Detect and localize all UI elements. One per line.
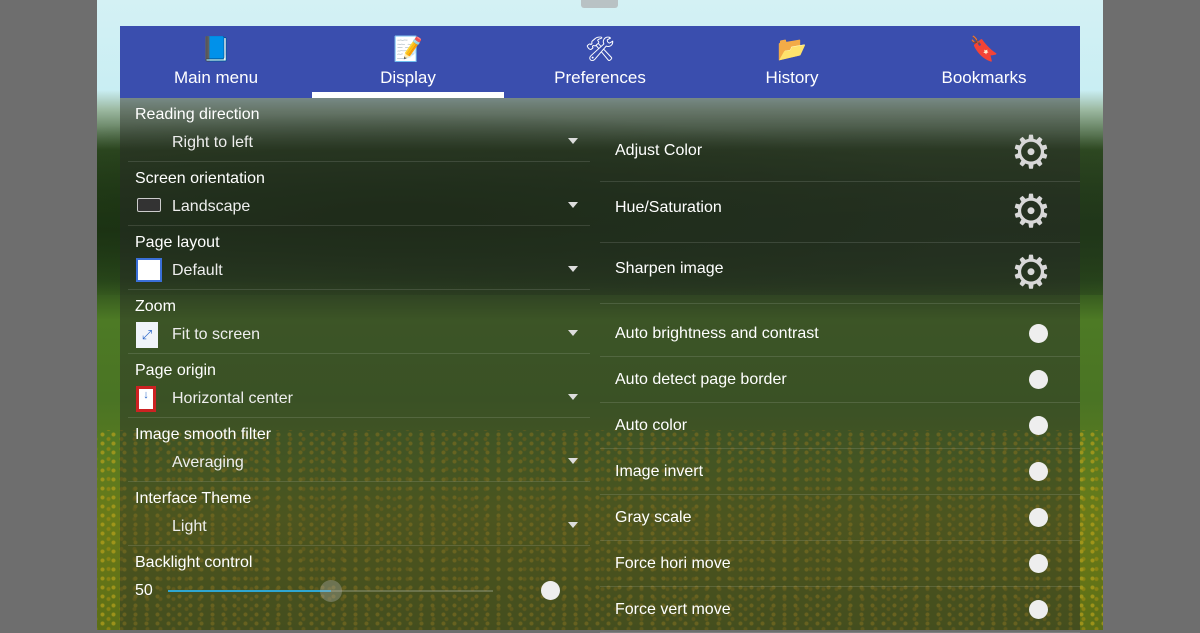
backlight-setting: Backlight control 50: [128, 546, 590, 610]
settings-panel: 📘 Main menu 📝 Display 🛠 Preferences 📂 Histor…: [120, 26, 1080, 633]
setting-value: Light: [172, 518, 207, 535]
setting-title: Screen orientation: [135, 170, 265, 187]
setting-label: Force hori move: [615, 555, 731, 572]
toggle-switch[interactable]: [1029, 600, 1048, 619]
toggle-switch[interactable]: [1029, 324, 1048, 343]
setting-label: Force vert move: [615, 601, 731, 618]
setting-title: Backlight control: [135, 554, 253, 571]
setting-title: Reading direction: [135, 106, 260, 123]
tab-bookmarks[interactable]: 🔖 Bookmarks: [888, 26, 1080, 98]
setting-title: Image smooth filter: [135, 426, 272, 443]
dropdown-setting[interactable]: Screen orientation Landscape: [128, 162, 590, 226]
dropdown-arrow-icon: [568, 522, 578, 528]
setting-label: Image invert: [615, 463, 704, 480]
setting-value: Right to left: [172, 134, 253, 151]
setting-title: Interface Theme: [135, 490, 252, 507]
setting-label: Auto detect page border: [615, 371, 787, 388]
setting-title: Page origin: [135, 362, 216, 379]
setting-title: Zoom: [135, 298, 176, 315]
display-settings-icon: 📝: [393, 36, 423, 63]
backlight-value: 50: [135, 582, 153, 599]
tab-main-menu[interactable]: 📘 Main menu: [120, 26, 312, 98]
toggle-switch[interactable]: [1029, 462, 1048, 481]
right-settings: Adjust Color ⚙ Hue/Saturation ⚙ Sharpen imag…: [600, 98, 1080, 633]
dropdown-setting[interactable]: Image smooth filter Averaging: [128, 418, 590, 482]
folder-clock-icon: 📂: [777, 36, 807, 63]
setting-value: Default: [172, 262, 223, 279]
fit-screen-icon: ⤢: [136, 322, 162, 348]
gear-setting[interactable]: Hue/Saturation ⚙: [600, 182, 1080, 243]
setting-value: Landscape: [172, 198, 251, 215]
dropdown-arrow-icon: [568, 458, 578, 464]
gear-icon[interactable]: ⚙: [1010, 249, 1052, 295]
tab-history[interactable]: 📂 History: [696, 26, 888, 98]
gear-setting[interactable]: Sharpen image ⚙: [600, 243, 1080, 304]
dropdown-setting[interactable]: Page layout Default: [128, 226, 590, 290]
dropdown-arrow-icon: [568, 202, 578, 208]
setting-value: Averaging: [172, 454, 244, 471]
setting-value: Fit to screen: [172, 326, 261, 343]
toggle-switch[interactable]: [1029, 370, 1048, 389]
dropdown-setting[interactable]: Page origin ↓ Horizontal center: [128, 354, 590, 418]
setting-label: Gray scale: [615, 509, 692, 526]
gear-setting[interactable]: Adjust Color ⚙: [600, 98, 1080, 182]
toggle-setting[interactable]: Force vert move: [600, 587, 1080, 633]
dropdown-setting[interactable]: Interface Theme Light: [128, 482, 590, 546]
page-layout-icon: [136, 258, 162, 282]
page-origin-icon: ↓: [136, 386, 162, 412]
toggle-setting[interactable]: Image invert: [600, 449, 1080, 495]
setting-title: Page layout: [135, 234, 220, 251]
backlight-slider[interactable]: [168, 580, 493, 602]
dropdown-arrow-icon: [568, 330, 578, 336]
setting-label: Hue/Saturation: [615, 199, 722, 216]
left-settings: Reading direction Right to left Screen ori…: [120, 98, 590, 610]
setting-label: Auto color: [615, 417, 688, 434]
toggle-setting[interactable]: Force hori move: [600, 541, 1080, 587]
toggle-switch[interactable]: [1029, 508, 1048, 527]
tab-display[interactable]: 📝 Display: [312, 26, 504, 98]
toggle-setting[interactable]: Auto detect page border: [600, 357, 1080, 403]
drag-handle[interactable]: [581, 0, 618, 8]
landscape-icon: [136, 194, 162, 218]
dropdown-setting[interactable]: Zoom ⤢ Fit to screen: [128, 290, 590, 354]
setting-value: Horizontal center: [172, 390, 293, 407]
tools-icon: 🛠: [584, 36, 616, 63]
slider-thumb[interactable]: [319, 580, 342, 602]
toggle-setting[interactable]: Gray scale: [600, 495, 1080, 541]
tab-bar: 📘 Main menu 📝 Display 🛠 Preferences 📂 Histor…: [120, 26, 1080, 98]
dropdown-arrow-icon: [568, 266, 578, 272]
dropdown-arrow-icon: [568, 394, 578, 400]
tab-preferences[interactable]: 🛠 Preferences: [504, 26, 696, 98]
toggle-setting[interactable]: Auto color: [600, 403, 1080, 449]
backlight-toggle[interactable]: [541, 581, 560, 600]
book-icon: 📘: [201, 36, 231, 63]
toggle-setting[interactable]: Auto brightness and contrast: [600, 304, 1080, 357]
setting-label: Adjust Color: [615, 142, 703, 159]
setting-label: Sharpen image: [615, 260, 724, 277]
dropdown-arrow-icon: [568, 138, 578, 144]
gear-icon[interactable]: ⚙: [1010, 129, 1052, 175]
toggle-switch[interactable]: [1029, 554, 1048, 573]
toggle-switch[interactable]: [1029, 416, 1048, 435]
bookmark-icon: 🔖: [969, 36, 999, 63]
gear-icon[interactable]: ⚙: [1010, 188, 1052, 234]
dropdown-setting[interactable]: Reading direction Right to left: [128, 98, 590, 162]
setting-label: Auto brightness and contrast: [615, 325, 819, 342]
